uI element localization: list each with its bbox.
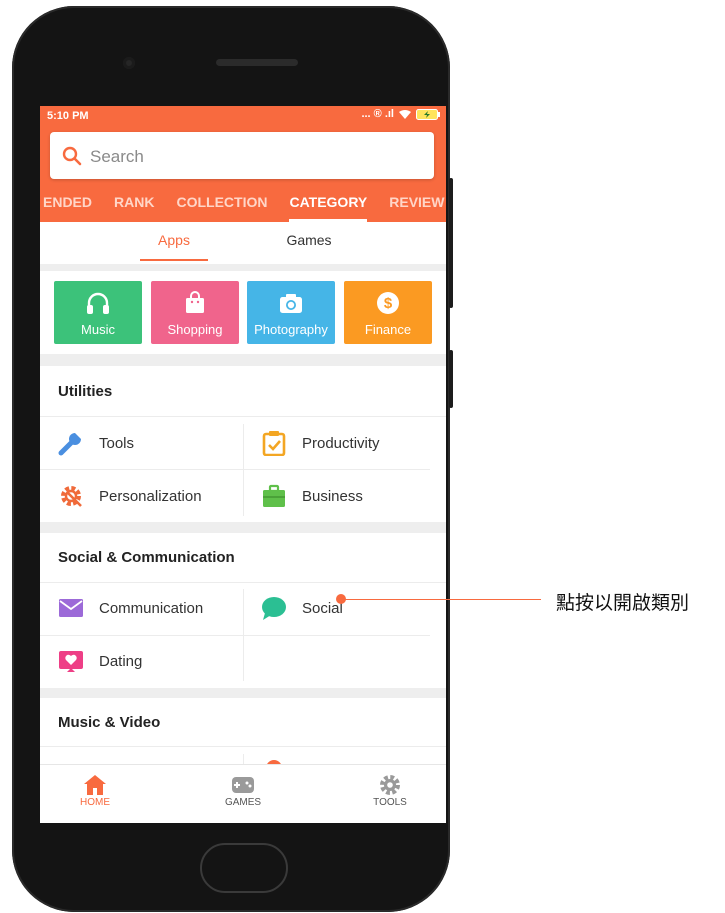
- category-social[interactable]: Social: [260, 588, 343, 628]
- category-dating[interactable]: Dating: [57, 641, 142, 681]
- divider: [40, 688, 446, 698]
- category-label: Personalization: [99, 487, 202, 505]
- row-divider: [40, 469, 430, 470]
- tab-category[interactable]: CATEGORY: [278, 190, 378, 222]
- row-divider: [40, 582, 446, 583]
- tile-finance[interactable]: $ Finance: [344, 281, 432, 344]
- sub-tabs: Apps Games: [40, 222, 446, 264]
- category-label: Dating: [99, 652, 143, 670]
- phone-frame: 5:10 PM ... ® .ıl Search ENDED RANK COLL…: [12, 6, 453, 912]
- section-utilities: Utilities Tools Productivity Personaliza…: [40, 366, 446, 522]
- divider: [40, 522, 446, 533]
- column-divider: [243, 754, 244, 764]
- search-bar[interactable]: Search: [50, 132, 434, 179]
- tab-review[interactable]: REVIEW: [378, 190, 446, 222]
- column-divider: [243, 424, 244, 516]
- shopping-bag-icon: [186, 291, 204, 313]
- battery-icon: [416, 108, 440, 120]
- search-icon: [62, 146, 82, 166]
- nav-games[interactable]: GAMES: [193, 773, 293, 808]
- power-button: [449, 350, 453, 408]
- tile-music-label: Music: [81, 322, 115, 337]
- tile-photography[interactable]: Photography: [247, 281, 335, 344]
- home-icon: [84, 775, 106, 795]
- category-label: Productivity: [302, 434, 380, 452]
- status-time: 5:10 PM: [47, 110, 89, 122]
- status-icons: ... ® .ıl: [361, 108, 440, 120]
- category-tools[interactable]: Tools: [57, 423, 134, 463]
- headphones-icon: [87, 292, 109, 314]
- category-business[interactable]: Business: [260, 476, 363, 516]
- gear-brush-icon: [61, 486, 82, 507]
- nav-home[interactable]: HOME: [45, 773, 145, 808]
- nav-games-label: GAMES: [224, 797, 262, 808]
- svg-text:$: $: [384, 295, 393, 312]
- section-title: Social & Communication: [58, 549, 235, 566]
- chat-bubble-icon: [262, 597, 286, 620]
- nav-tools-label: TOOLS: [373, 797, 407, 808]
- status-bar: 5:10 PM ... ® .ıl: [40, 106, 446, 126]
- category-label: Tools: [99, 434, 135, 452]
- row-divider: [40, 746, 446, 747]
- tab-collection[interactable]: COLLECTION: [165, 190, 278, 222]
- clipboard-check-icon: [262, 431, 286, 456]
- gear-icon: [380, 775, 400, 795]
- status-indicators: ... ® .ıl: [361, 108, 394, 120]
- divider: [40, 264, 446, 271]
- row-divider: [40, 416, 446, 417]
- envelope-icon: [59, 599, 83, 617]
- dollar-icon: $: [377, 292, 399, 314]
- earpiece-speaker: [216, 59, 298, 66]
- nav-home-label: HOME: [80, 797, 110, 808]
- wrench-icon: [58, 433, 81, 456]
- tile-shopping-label: Shopping: [167, 322, 223, 337]
- section-title: Utilities: [58, 383, 113, 400]
- category-productivity[interactable]: Productivity: [260, 423, 380, 463]
- main-tabs: ENDED RANK COLLECTION CATEGORY REVIEW: [40, 190, 446, 222]
- bottom-navigation: HOME GAMES TOOLS: [40, 764, 446, 823]
- volume-button: [449, 178, 453, 308]
- heart-card-icon: [59, 651, 83, 672]
- divider: [40, 354, 446, 366]
- tile-finance-label: Finance: [364, 322, 412, 337]
- nav-tools[interactable]: TOOLS: [340, 773, 440, 808]
- callout-text: 點按以開啟類別: [556, 592, 690, 614]
- tile-music[interactable]: Music: [54, 281, 142, 344]
- camera-icon: [280, 294, 302, 313]
- front-camera: [123, 57, 135, 69]
- category-personalization[interactable]: Personalization: [57, 476, 202, 516]
- row-divider: [40, 635, 430, 636]
- subtab-apps[interactable]: Apps: [140, 232, 208, 261]
- subtab-apps-label: Apps: [158, 232, 190, 248]
- tile-photography-label: Photography: [254, 322, 328, 337]
- screen: 5:10 PM ... ® .ıl Search ENDED RANK COLL…: [40, 106, 446, 823]
- tile-shopping[interactable]: Shopping: [151, 281, 239, 344]
- gamepad-icon: [232, 777, 254, 793]
- home-hardware-button[interactable]: [200, 843, 288, 893]
- app-header: 5:10 PM ... ® .ıl Search ENDED RANK COLL…: [40, 106, 446, 222]
- subtab-active-indicator: [140, 259, 208, 261]
- featured-categories: Music Shopping Photography $ Finance: [40, 271, 446, 354]
- category-label: Business: [302, 487, 363, 505]
- category-label: Communication: [99, 599, 204, 617]
- subtab-games[interactable]: Games: [275, 232, 343, 248]
- section-music-video: Music & Video: [40, 698, 446, 768]
- callout-line: [341, 599, 541, 600]
- wifi-icon: [399, 109, 411, 119]
- section-title: Music & Video: [58, 714, 161, 731]
- tab-recommended[interactable]: ENDED: [40, 190, 103, 222]
- briefcase-icon: [263, 484, 285, 507]
- category-communication[interactable]: Communication: [57, 588, 203, 628]
- tab-rank[interactable]: RANK: [103, 190, 165, 222]
- section-social-communication: Social & Communication Communication Soc…: [40, 533, 446, 688]
- search-placeholder: Search: [90, 147, 144, 166]
